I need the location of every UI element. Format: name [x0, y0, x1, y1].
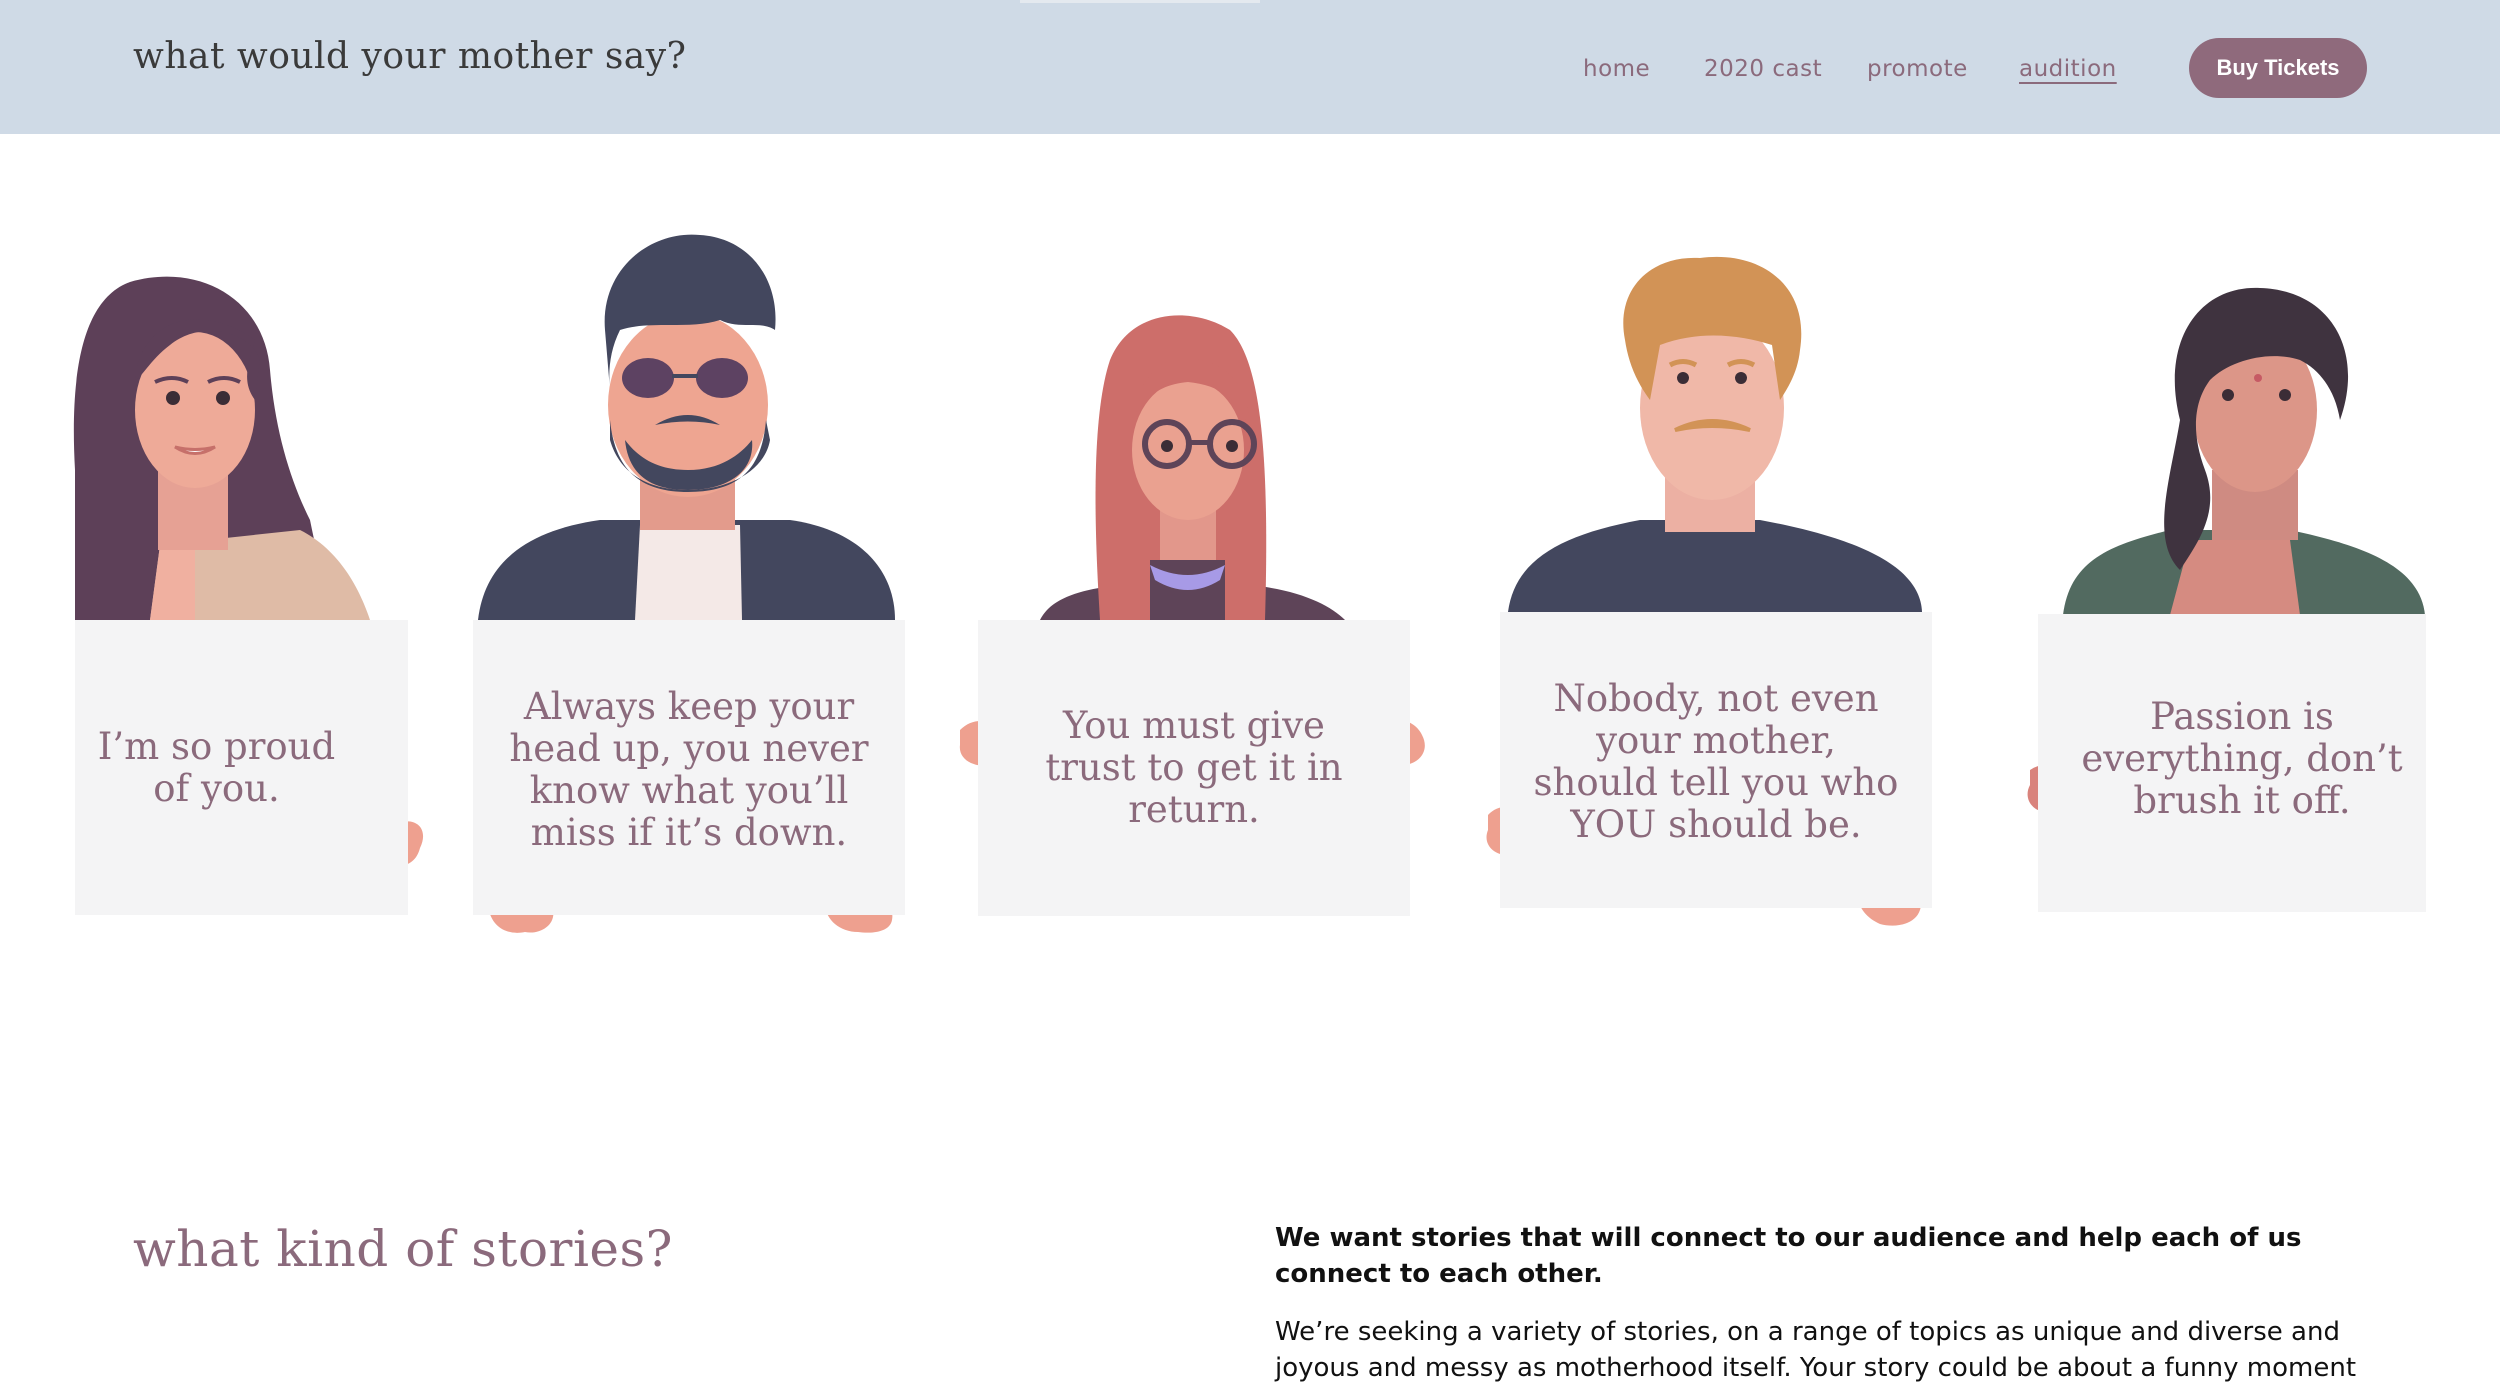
- sign-text-3: You must give trust to get it in return.: [978, 705, 1410, 831]
- sign-2-line-4: miss if it’s down.: [530, 811, 848, 854]
- sign-5-line-2: everything, don’t: [2081, 737, 2403, 780]
- sign-board-4: Nobody, not even your mother, should tel…: [1500, 612, 1932, 908]
- site-title[interactable]: what would your mother say?: [133, 36, 686, 77]
- sign-3-line-2: trust to get it in: [1045, 746, 1343, 789]
- nav-audition[interactable]: audition: [2019, 56, 2117, 82]
- sign-board-2: Always keep your head up, you never know…: [473, 620, 905, 915]
- sign-text-5: Passion is everything, don’t brush it of…: [2058, 696, 2426, 822]
- sign-1-line-1: I’m so proud: [97, 725, 336, 768]
- red-hair-woman-figure: [1040, 315, 1345, 620]
- sign-4-line-1: Nobody, not even: [1553, 677, 1879, 720]
- nav-home[interactable]: home: [1583, 56, 1650, 82]
- nav-2020-cast[interactable]: 2020 cast: [1704, 56, 1822, 82]
- sign-2-line-1: Always keep your: [523, 685, 855, 728]
- stories-lead-text: We want stories that will connect to our…: [1275, 1223, 2302, 1289]
- sign-text-2: Always keep your head up, you never know…: [473, 686, 905, 854]
- sign-5-line-1: Passion is: [2150, 695, 2334, 738]
- dark-hair-woman-figure: [2063, 287, 2425, 615]
- sign-board-1: I’m so proud of you.: [75, 620, 408, 915]
- sign-2-line-3: know what you’ll: [529, 769, 849, 812]
- sign-text-1: I’m so proud of you.: [65, 726, 368, 810]
- header-accent-line: [1020, 0, 1260, 3]
- nav-promote[interactable]: promote: [1867, 56, 1968, 82]
- sign-board-5: Passion is everything, don’t brush it of…: [2038, 614, 2426, 912]
- sign-text-4: Nobody, not even your mother, should tel…: [1500, 678, 1932, 846]
- cast-illustration: I’m so proud of you. Always keep your he…: [0, 134, 2500, 964]
- bearded-man-figure: [478, 234, 895, 620]
- stories-heading: what kind of stories?: [133, 1220, 673, 1278]
- sign-board-3: You must give trust to get it in return.: [978, 620, 1410, 916]
- sign-1-line-2: of you.: [153, 767, 280, 810]
- site-header: what would your mother say? home 2020 ca…: [0, 0, 2500, 134]
- stories-body-text: We’re seeking a variety of stories, on a…: [1275, 1317, 2357, 1383]
- sign-3-line-1: You must give: [1063, 704, 1325, 747]
- sign-4-line-2: your mother,: [1596, 719, 1836, 762]
- sign-4-line-4: YOU should be.: [1570, 803, 1862, 846]
- woman-long-hair-figure: [73, 276, 370, 620]
- sign-2-line-2: head up, you never: [509, 727, 869, 770]
- sign-5-line-3: brush it off.: [2133, 779, 2351, 822]
- blond-man-figure: [1508, 256, 1922, 612]
- buy-tickets-button[interactable]: Buy Tickets: [2189, 38, 2367, 98]
- sign-4-line-3: should tell you who: [1533, 761, 1899, 804]
- sign-3-line-3: return.: [1128, 788, 1260, 831]
